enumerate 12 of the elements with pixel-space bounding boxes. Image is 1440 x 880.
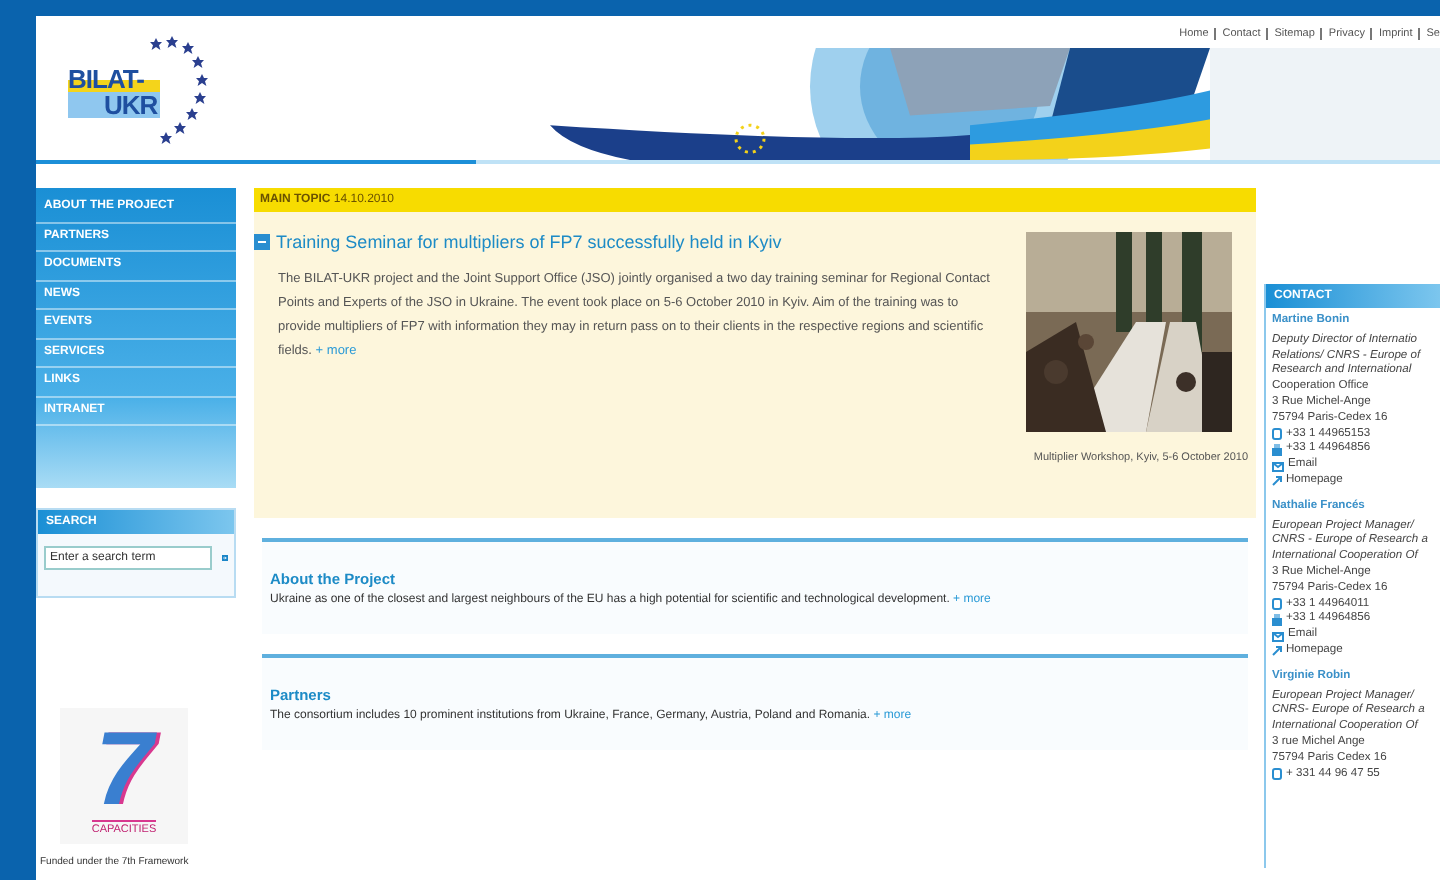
envelope-icon (1272, 461, 1284, 472)
fax-icon (1272, 444, 1282, 457)
arrow-icon (1272, 646, 1282, 657)
logo-text: BILAT- UKR (68, 66, 160, 118)
collapse-icon[interactable] (254, 234, 270, 250)
envelope-icon (1272, 631, 1284, 642)
arrow-icon (1272, 476, 1282, 487)
phone-icon (1272, 598, 1282, 611)
article-title[interactable]: Training Seminar for multipliers of FP7 successfully held in Kyiv (276, 232, 782, 252)
phone-icon (1272, 768, 1282, 781)
phone-icon (1272, 428, 1282, 441)
fax-icon (1272, 614, 1282, 627)
